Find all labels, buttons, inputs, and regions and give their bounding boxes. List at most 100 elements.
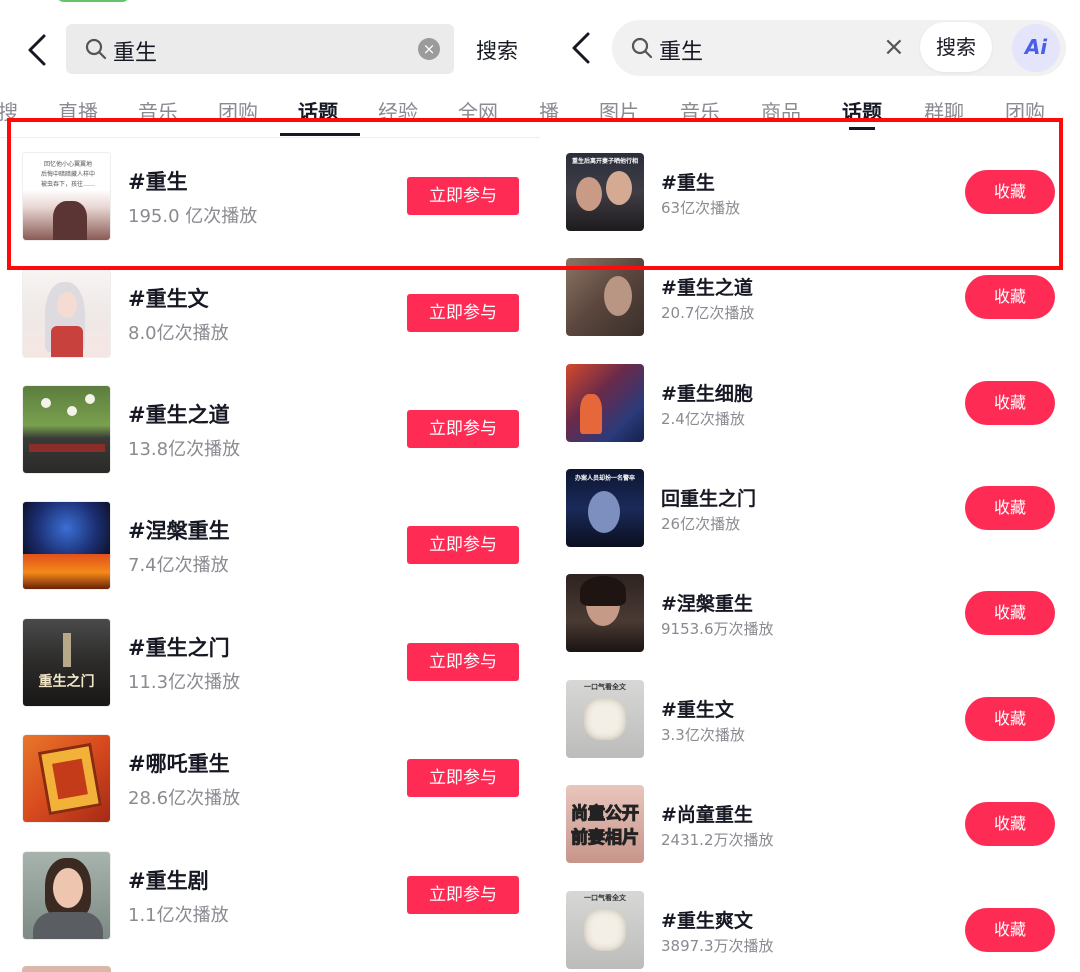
- topic-title[interactable]: #重生文: [128, 283, 209, 313]
- back-arrow-icon[interactable]: [22, 30, 52, 70]
- tab-topics[interactable]: 话题: [298, 96, 338, 125]
- topic-title[interactable]: #重生剧: [128, 865, 209, 895]
- topic-title[interactable]: #重生: [661, 168, 715, 195]
- search-button[interactable]: 搜索: [476, 35, 518, 65]
- tab-all-web[interactable]: 全网: [458, 96, 498, 125]
- topic-title[interactable]: #涅槃重生: [128, 515, 230, 545]
- topic-play-count: 2.4亿次播放: [661, 410, 745, 428]
- topic-play-count: 2431.2万次播放: [661, 831, 774, 849]
- topic-thumbnail[interactable]: 尚童公开 前妻相片: [566, 785, 644, 863]
- topic-row[interactable]: #重生细胞 2.4亿次播放 收藏: [540, 364, 1080, 469]
- clear-icon[interactable]: ×: [418, 38, 440, 60]
- topic-thumbnail[interactable]: [566, 574, 644, 652]
- topic-row[interactable]: 一口气看全文 #重生文 3.3亿次播放 收藏: [540, 680, 1080, 785]
- topic-row[interactable]: 办案人员却扮一名警卒 回重生之门 26亿次播放 收藏: [540, 469, 1080, 574]
- search-input[interactable]: 重生 ×: [66, 24, 454, 74]
- topic-title[interactable]: #重生爽文: [661, 906, 753, 933]
- topic-thumbnail[interactable]: 回忆他小心翼翼地 后悔中暗暗藏人样中 被虫吞下，孩往……: [22, 152, 111, 241]
- thumb-caption: 尚童公开: [571, 804, 640, 825]
- thumb-caption: 一口气看全文: [584, 683, 626, 691]
- tab-group-buy[interactable]: 团购: [218, 96, 258, 125]
- thumb-caption: 回忆他小心翼翼地: [43, 161, 92, 168]
- topic-row[interactable]: #重生之道 13.8亿次播放 立即参与: [0, 385, 540, 501]
- thumb-caption: 前妻相片: [571, 828, 640, 849]
- topic-title[interactable]: #重生: [128, 166, 188, 196]
- tab-experience[interactable]: 经验: [378, 96, 418, 125]
- topic-title[interactable]: #重生细胞: [661, 379, 753, 406]
- topic-thumbnail[interactable]: [566, 258, 644, 336]
- topic-thumbnail[interactable]: 重生后离开妻子晒他行相: [566, 153, 644, 231]
- topic-row[interactable]: #重生剧 1.1亿次播放 立即参与: [0, 851, 540, 967]
- favorite-button[interactable]: 收藏: [965, 697, 1055, 741]
- topic-title[interactable]: #涅槃重生: [661, 589, 753, 616]
- topic-play-count: 7.4亿次播放: [128, 555, 229, 576]
- topic-row[interactable]: #重生文 8.0亿次播放 立即参与: [0, 269, 540, 385]
- topic-thumbnail[interactable]: [22, 851, 111, 940]
- topic-title[interactable]: #重生之道: [661, 273, 753, 300]
- tab-live[interactable]: 直播: [58, 96, 98, 125]
- topic-title[interactable]: #尚童重生: [661, 800, 753, 827]
- clear-icon[interactable]: ×: [883, 32, 905, 62]
- topic-play-count: 13.8亿次播放: [128, 439, 241, 460]
- tab-products[interactable]: 商品: [761, 96, 801, 125]
- favorite-button[interactable]: 收藏: [965, 275, 1055, 319]
- favorite-button[interactable]: 收藏: [965, 170, 1055, 214]
- topic-row[interactable]: #涅槃重生 7.4亿次播放 立即参与: [0, 501, 540, 617]
- favorite-button[interactable]: 收藏: [965, 908, 1055, 952]
- topic-thumbnail[interactable]: [22, 501, 111, 590]
- tab-images[interactable]: 图片: [599, 96, 639, 125]
- favorite-button[interactable]: 收藏: [965, 802, 1055, 846]
- topic-thumbnail[interactable]: 一口气看全文: [566, 680, 644, 758]
- topic-title[interactable]: #重生之道: [128, 399, 230, 429]
- join-button[interactable]: 立即参与: [407, 876, 519, 914]
- join-button[interactable]: 立即参与: [407, 294, 519, 332]
- tab-group-buy[interactable]: 团购: [1005, 96, 1045, 125]
- join-button[interactable]: 立即参与: [407, 410, 519, 448]
- topic-play-count: 3.3亿次播放: [661, 726, 745, 744]
- favorite-button[interactable]: 收藏: [965, 591, 1055, 635]
- search-icon: [84, 37, 108, 61]
- join-button[interactable]: 立即参与: [407, 643, 519, 681]
- topic-row[interactable]: 重生之门 #重生之门 11.3亿次播放 立即参与: [0, 618, 540, 734]
- topic-thumbnail[interactable]: [22, 269, 111, 358]
- join-button[interactable]: 立即参与: [407, 526, 519, 564]
- search-input[interactable]: 重生 ×: [612, 20, 1066, 76]
- topic-row[interactable]: #哪吒重生 28.6亿次播放 立即参与: [0, 734, 540, 850]
- tab-divider: [0, 137, 540, 138]
- tab-search[interactable]: 搜: [0, 96, 18, 125]
- tab-cut-off[interactable]: 播: [540, 96, 559, 125]
- topic-title[interactable]: #重生文: [661, 695, 734, 722]
- topic-title[interactable]: 回重生之门: [661, 484, 756, 511]
- topic-row[interactable]: 尚童公开 前妻相片 #尚童重生 2431.2万次播放 收藏: [540, 785, 1080, 890]
- topic-row[interactable]: #涅槃重生 9153.6万次播放 收藏: [540, 574, 1080, 679]
- topic-thumbnail[interactable]: [22, 385, 111, 474]
- topic-thumbnail[interactable]: 办案人员却扮一名警卒: [566, 469, 644, 547]
- thumb-caption: 重生后离开妻子晒他行相: [571, 158, 638, 165]
- active-tab-underline: [849, 127, 875, 130]
- back-arrow-icon[interactable]: [566, 28, 596, 68]
- search-query: 重生: [113, 41, 158, 66]
- topic-row[interactable]: 重生后离开妻子晒他行相 #重生 63亿次播放 收藏: [540, 153, 1080, 258]
- topic-thumbnail[interactable]: [22, 734, 111, 823]
- topic-play-count: 8.0亿次播放: [128, 323, 229, 344]
- tab-music[interactable]: 音乐: [680, 96, 720, 125]
- tab-music[interactable]: 音乐: [138, 96, 178, 125]
- join-button[interactable]: 立即参与: [407, 759, 519, 797]
- topic-thumbnail[interactable]: 重生之门: [22, 618, 111, 707]
- favorite-button[interactable]: 收藏: [965, 381, 1055, 425]
- topic-thumbnail[interactable]: 一口气看全文: [566, 891, 644, 969]
- search-button[interactable]: 搜索: [920, 22, 992, 72]
- topic-row[interactable]: 回忆他小心翼翼地 后悔中暗暗藏人样中 被虫吞下，孩往…… #重生 195.0 亿…: [0, 152, 540, 268]
- topic-row[interactable]: 一口气看全文 #重生爽文 3897.3万次播放 收藏: [540, 891, 1080, 972]
- tab-topics[interactable]: 话题: [842, 96, 882, 125]
- join-button[interactable]: 立即参与: [407, 177, 519, 215]
- tab-group-chat[interactable]: 群聊: [924, 96, 964, 125]
- topic-play-count: 63亿次播放: [661, 199, 741, 217]
- topic-row[interactable]: #重生之道 20.7亿次播放 收藏: [540, 258, 1080, 363]
- left-screenshot-panel: 重生 × 搜索 搜 直播 音乐 团购 话题 经验 全网 回忆他小心翼翼地 后悔中…: [0, 0, 540, 972]
- ai-assistant-button[interactable]: Ai: [1012, 24, 1060, 72]
- topic-title[interactable]: #哪吒重生: [128, 748, 230, 778]
- favorite-button[interactable]: 收藏: [965, 486, 1055, 530]
- topic-thumbnail[interactable]: [566, 364, 644, 442]
- topic-title[interactable]: #重生之门: [128, 632, 230, 662]
